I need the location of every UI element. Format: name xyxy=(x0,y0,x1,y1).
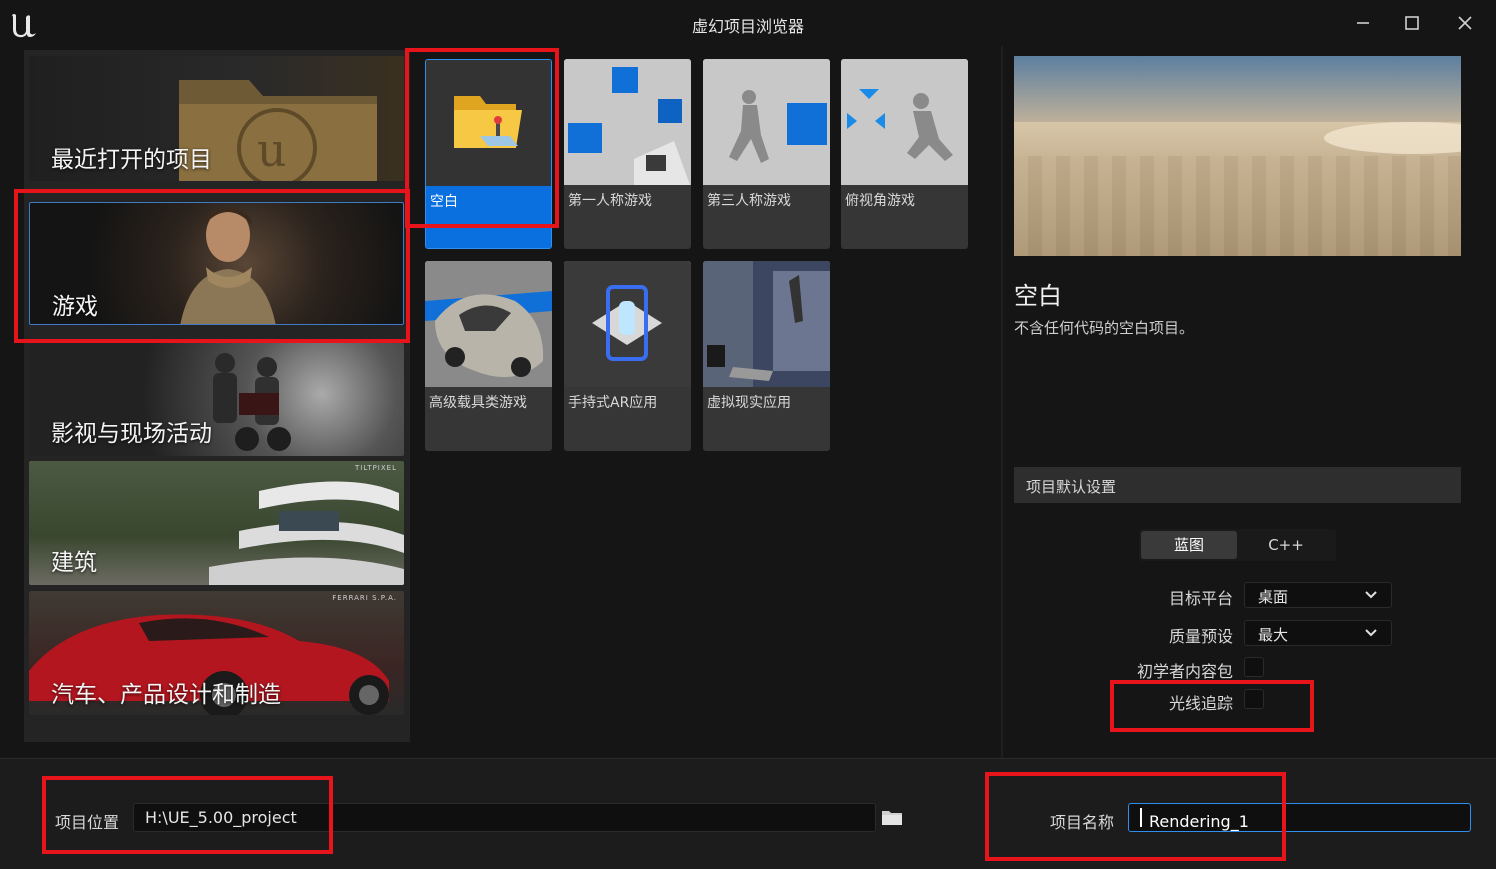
project-location-input[interactable]: H:\UE_5.00_project xyxy=(133,803,876,832)
template-label: 第三人称游戏 xyxy=(707,193,791,209)
category-games[interactable]: 游戏 xyxy=(29,202,404,325)
project-location-label: 项目位置 xyxy=(55,813,120,832)
project-type-toggle: 蓝图 C++ xyxy=(1139,529,1336,561)
category-label: 最近打开的项目 xyxy=(51,147,212,173)
browse-folder-icon[interactable] xyxy=(881,808,903,826)
target-platform-label: 目标平台 xyxy=(1168,589,1233,608)
quality-preset-label: 质量预设 xyxy=(1168,627,1233,646)
template-blank[interactable]: 空白 xyxy=(425,59,552,249)
template-description: 不含任何代码的空白项目。 xyxy=(1014,319,1195,337)
chevron-down-icon xyxy=(1365,629,1377,637)
cpp-option[interactable]: C++ xyxy=(1238,531,1334,559)
section-title: 项目默认设置 xyxy=(1026,478,1117,496)
image-credit: TILTPIXEL xyxy=(355,464,397,472)
title-bar: 虚幻项目浏览器 xyxy=(0,0,1496,46)
window-title: 虚幻项目浏览器 xyxy=(691,17,804,36)
character-portrait-icon xyxy=(180,207,276,324)
project-name-label: 项目名称 xyxy=(1050,813,1115,832)
template-label: 虚拟现实应用 xyxy=(707,395,791,411)
category-label: 影视与现场活动 xyxy=(51,421,212,447)
svg-text:u: u xyxy=(257,123,287,177)
dropdown-value: 桌面 xyxy=(1258,588,1289,606)
category-architecture[interactable]: TILTPIXEL 建筑 xyxy=(29,461,404,585)
category-label: 游戏 xyxy=(52,294,98,320)
starter-content-label: 初学者内容包 xyxy=(1136,662,1233,681)
first-person-thumbnail-icon xyxy=(564,59,691,185)
raytracing-label: 光线追踪 xyxy=(1168,694,1233,713)
template-label: 第一人称游戏 xyxy=(568,193,652,209)
template-preview-image xyxy=(1014,56,1461,256)
raytracing-checkbox[interactable] xyxy=(1244,689,1264,709)
template-first-person[interactable]: 第一人称游戏 xyxy=(564,59,691,249)
third-person-thumbnail-icon xyxy=(703,59,830,185)
template-handheld-ar[interactable]: 手持式AR应用 xyxy=(564,261,691,451)
input-value: H:\UE_5.00_project xyxy=(145,808,297,827)
text-caret xyxy=(1140,808,1142,827)
template-label: 高级载具类游戏 xyxy=(429,395,527,411)
template-top-down[interactable]: 俯视角游戏 xyxy=(841,59,968,249)
target-platform-dropdown[interactable]: 桌面 xyxy=(1244,582,1392,608)
blank-project-folder-icon xyxy=(454,96,522,148)
category-film-live-events[interactable]: 影视与现场活动 xyxy=(29,343,404,456)
template-vr[interactable]: 虚拟现实应用 xyxy=(703,261,830,451)
category-label: 建筑 xyxy=(51,550,97,576)
panel-divider xyxy=(1001,46,1003,758)
template-third-person[interactable]: 第三人称游戏 xyxy=(703,59,830,249)
vr-thumbnail-icon xyxy=(703,261,830,387)
template-vehicle[interactable]: 高级载具类游戏 xyxy=(425,261,552,451)
template-label: 俯视角游戏 xyxy=(845,193,915,209)
image-credit: FERRARI S.P.A. xyxy=(332,594,397,602)
category-label: 汽车、产品设计和制造 xyxy=(51,682,281,708)
close-icon[interactable] xyxy=(1452,10,1478,36)
quality-preset-dropdown[interactable]: 最大 xyxy=(1244,620,1392,646)
template-title: 空白 xyxy=(1014,282,1062,310)
minimize-icon[interactable] xyxy=(1350,10,1376,36)
dropdown-value: 最大 xyxy=(1258,626,1289,644)
handheld-ar-thumbnail-icon xyxy=(564,261,691,387)
building-icon xyxy=(209,481,404,585)
category-automotive[interactable]: FERRARI S.P.A. 汽车、产品设计和制造 xyxy=(29,591,404,715)
blueprint-option[interactable]: 蓝图 xyxy=(1141,531,1237,559)
project-defaults-header: 项目默认设置 xyxy=(1014,467,1461,503)
project-name-input[interactable]: Rendering_1 xyxy=(1128,803,1471,832)
maximize-icon[interactable] xyxy=(1399,10,1425,36)
vehicle-thumbnail-icon xyxy=(425,261,552,387)
top-down-thumbnail-icon xyxy=(841,59,968,185)
input-value: Rendering_1 xyxy=(1139,808,1249,831)
template-label: 空白 xyxy=(430,194,458,210)
category-recent-projects[interactable]: u 最近打开的项目 xyxy=(29,56,404,181)
starter-content-checkbox[interactable] xyxy=(1244,657,1264,677)
template-label: 手持式AR应用 xyxy=(568,395,658,411)
chevron-down-icon xyxy=(1365,591,1377,599)
